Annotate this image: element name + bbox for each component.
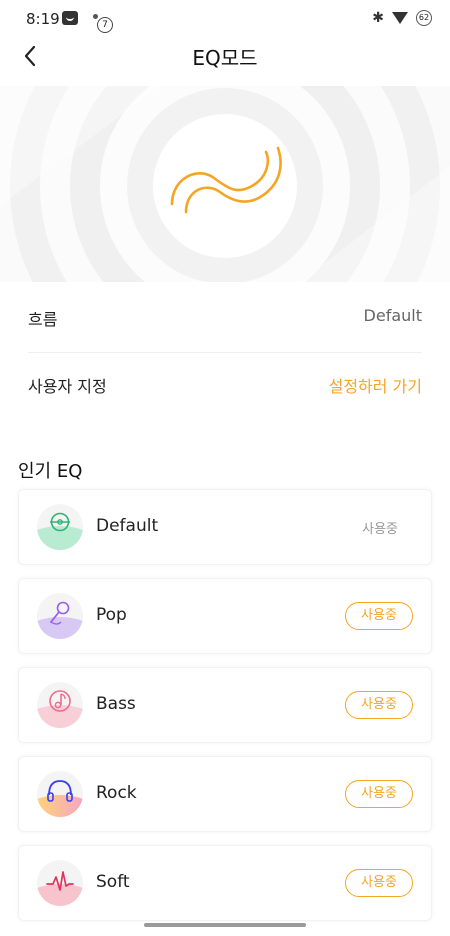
notification-dot-icon: [93, 14, 98, 19]
page-title: EQ모드: [192, 46, 258, 70]
eq-item-default[interactable]: Default 사용중: [18, 489, 432, 565]
use-eq-button[interactable]: 사용중: [345, 780, 413, 808]
custom-row: 사용자 지정 설정하러 가기: [28, 352, 422, 419]
status-bar: 8:19 7 ✱ 62: [0, 0, 450, 36]
eq-settings: 흐름 Default 사용자 지정 설정하러 가기: [0, 286, 450, 419]
eq-item-name: Default: [96, 516, 159, 536]
custom-label: 사용자 지정: [28, 377, 107, 396]
flow-row[interactable]: 흐름 Default: [28, 286, 422, 352]
music-note-icon: [37, 682, 83, 728]
notification-count-badge: 7: [97, 17, 113, 33]
eq-item-pop[interactable]: Pop 사용중: [18, 578, 432, 654]
go-to-settings-link[interactable]: 설정하러 가기: [329, 373, 422, 397]
use-eq-button[interactable]: 사용중: [345, 602, 413, 630]
eq-item-soft[interactable]: Soft 사용중: [18, 845, 432, 921]
concentric-rings-graphic: [0, 86, 450, 282]
headphones-icon: [37, 771, 83, 817]
eq-item-name: Soft: [96, 872, 130, 892]
flow-value: Default: [363, 306, 422, 325]
top-bar: EQ모드: [0, 36, 450, 76]
use-eq-button[interactable]: 사용중: [345, 691, 413, 719]
eq-item-name: Pop: [96, 605, 127, 625]
music-disc-icon: [37, 504, 83, 550]
heartbeat-icon: [37, 860, 83, 906]
status-icons: ✱ 62: [372, 10, 432, 26]
wifi-icon: [392, 12, 408, 24]
bluetooth-icon: ✱: [372, 10, 384, 26]
use-eq-button[interactable]: 사용중: [345, 869, 413, 897]
microphone-icon: [37, 593, 83, 639]
popular-eq-title: 인기 EQ: [18, 461, 83, 482]
eq-item-rock[interactable]: Rock 사용중: [18, 756, 432, 832]
flow-label: 흐름: [28, 310, 58, 329]
eq-item-name: Rock: [96, 783, 137, 803]
battery-icon: 62: [416, 10, 432, 26]
popular-eq-list: Default 사용중 Pop 사용중 Bass 사용중 Rock 사용중 So…: [18, 489, 432, 934]
eq-hero-banner: [0, 86, 450, 282]
app-notification-icon: [62, 11, 78, 25]
eq-item-bass[interactable]: Bass 사용중: [18, 667, 432, 743]
home-indicator[interactable]: [144, 923, 306, 927]
eq-item-name: Bass: [96, 694, 136, 714]
eq-item-status: 사용중: [362, 522, 398, 537]
status-time: 8:19: [26, 10, 60, 28]
